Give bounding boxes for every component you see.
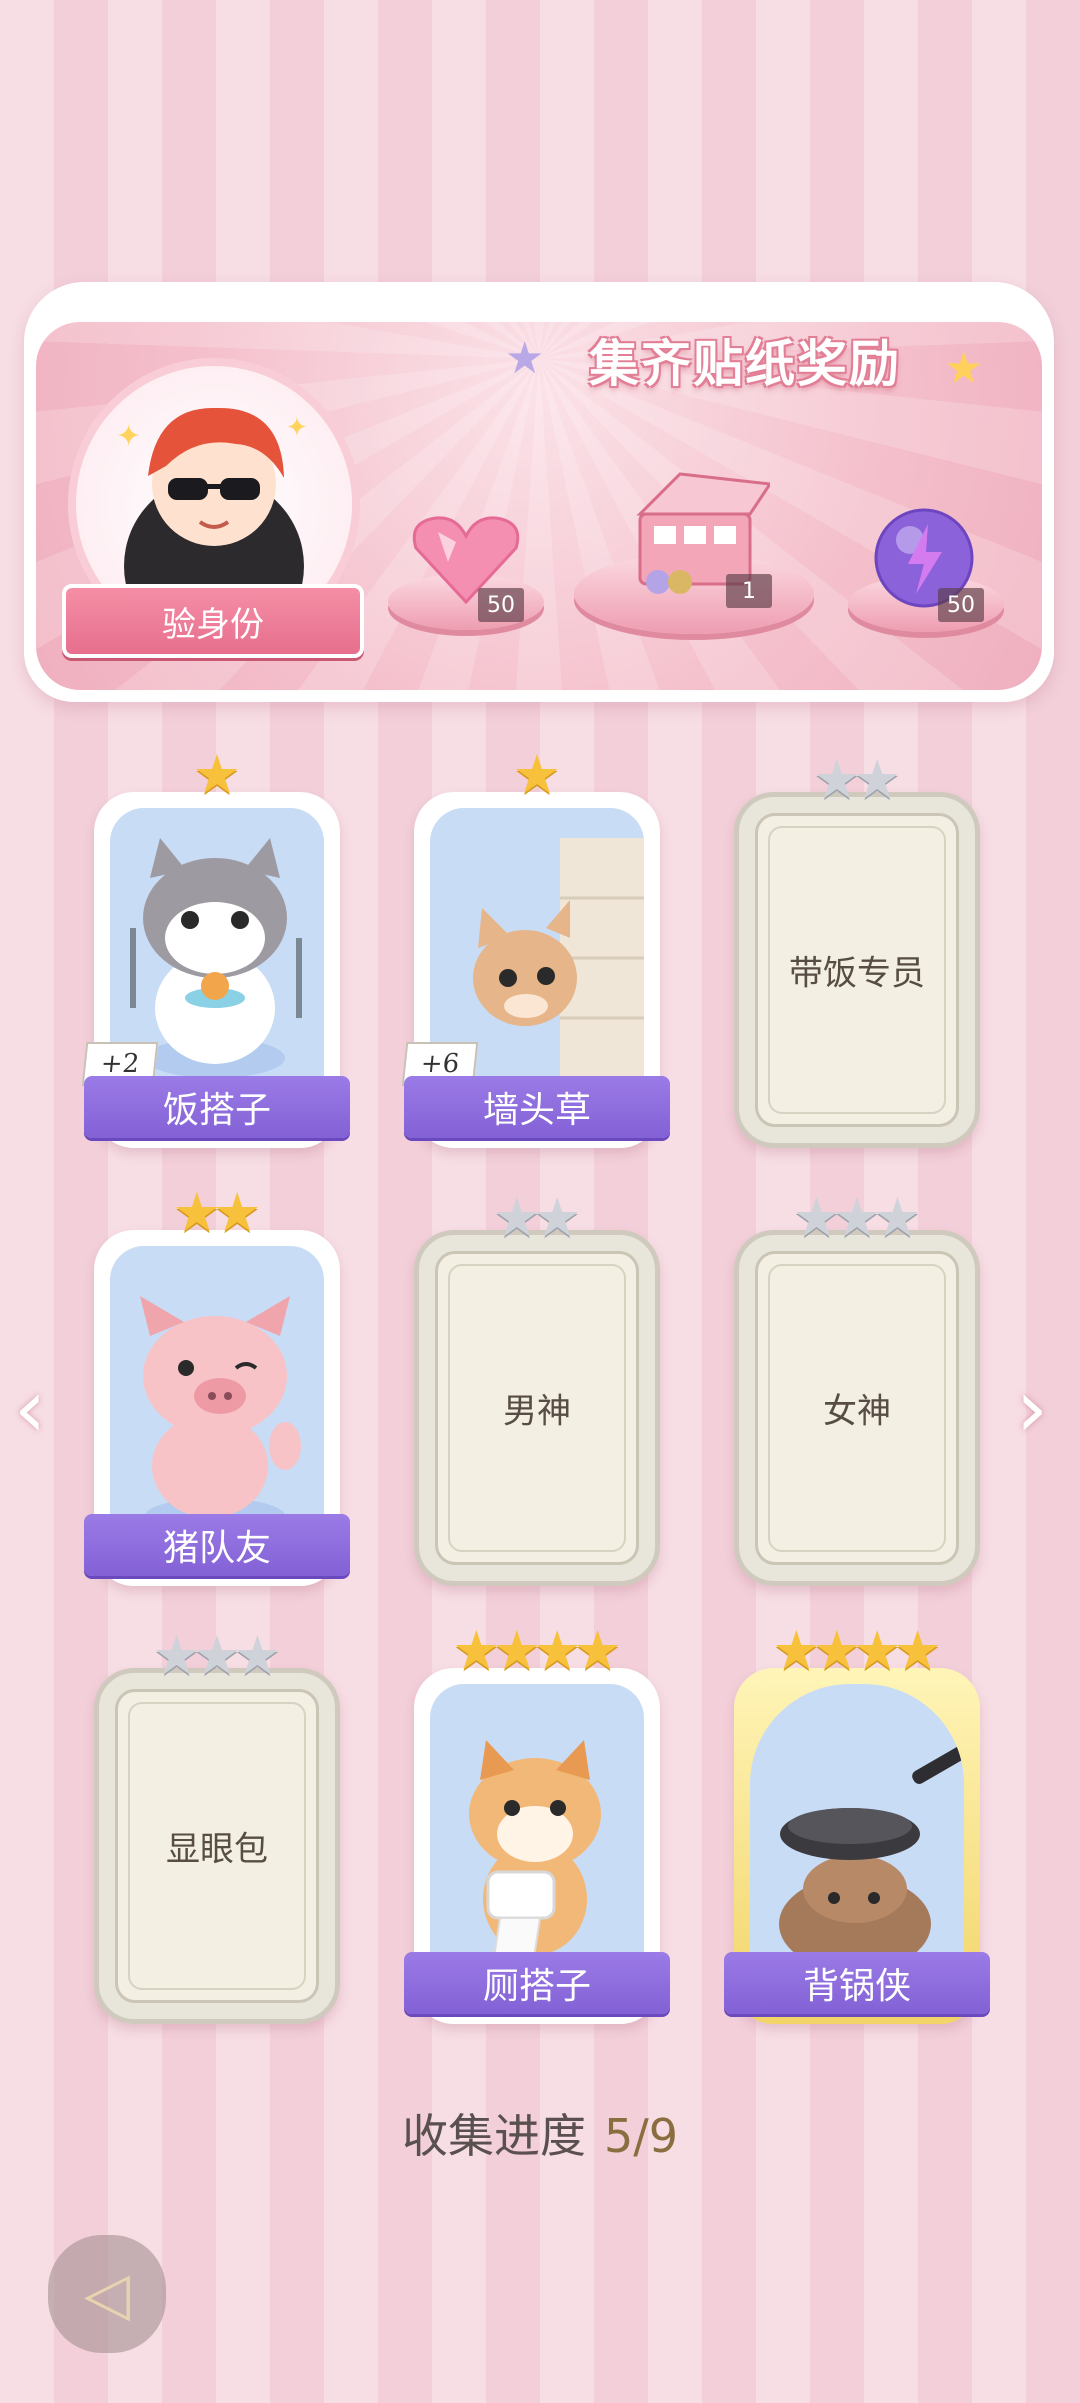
star-rating: ★ ★ [739,753,975,807]
star-icon: ★ [192,743,242,806]
star-decoration-icon: ★ [944,343,984,394]
sticker-name: 女神 [823,1391,891,1432]
star-rating: ★ ★ ★ [99,1629,335,1683]
sticker-name: 墙头草 [404,1076,670,1138]
star-icon: ★ [213,1181,262,1244]
star-rating: ★ ★ [419,1191,655,1245]
sticker-name: 猪队友 [84,1514,350,1576]
sticker-card-xianyanbao[interactable]: ★ ★ ★ 显眼包 [94,1629,340,2024]
svg-text:✦: ✦ [116,419,141,454]
banner-title: 集齐贴纸奖励 [589,335,901,393]
sticker-card-qiangtoucao[interactable]: ★ +6 墙头草 [401,748,670,1148]
star-decoration-icon: ★ [505,333,545,384]
sticker-card-fandazi[interactable]: ★ +2 饭搭子 [81,748,350,1148]
star-rating: ★ ★ [94,1186,340,1240]
star-icon: ★ [233,1624,282,1687]
progress-label: 收集进度 [401,2109,586,2163]
star-icon: ★ [573,1619,622,1682]
sticker-card-nanshen[interactable]: ★ ★ 男神 [414,1191,660,1586]
sticker-name: 饭搭子 [84,1076,350,1138]
sticker-name: 背锅侠 [724,1952,990,2014]
reward-count: 1 [726,574,772,608]
back-arrow-icon: ◁ [83,2259,131,2329]
star-icon: ★ [512,743,562,806]
star-icon: ★ [893,1619,942,1682]
star-icon: ★ [533,1186,582,1249]
reward-count: 50 [478,588,524,622]
star-rating: ★ ★ ★ ★ [414,1624,660,1678]
sticker-card-beiguoxia[interactable]: ★ ★ ★ ★ 背锅侠 [724,1624,990,2024]
collection-progress: 收集进度 5/9 [0,2100,1080,2166]
verify-identity-button[interactable]: 验身份 [62,584,364,658]
star-rating: ★ ★ ★ ★ [734,1624,980,1678]
sticker-card-daifanzhuanyuan[interactable]: ★ ★ 带饭专员 [734,753,980,1148]
sticker-name: 显眼包 [166,1829,268,1870]
progress-value: 5/9 [603,2109,679,2163]
next-page-arrow-icon[interactable]: › [1016,1362,1048,1455]
sticker-name: 带饭专员 [789,953,925,994]
back-button[interactable]: ◁ [48,2235,166,2353]
svg-text:✦: ✦ [286,413,308,443]
sticker-card-nvshen[interactable]: ★ ★ ★ 女神 [734,1191,980,1586]
reward-count: 50 [938,588,984,622]
sticker-card-zhuduiyou[interactable]: ★ ★ 猪队友 [84,1186,350,1586]
star-rating: ★ [94,748,340,802]
star-icon: ★ [873,1186,922,1249]
sticker-name: 男神 [503,1391,571,1432]
sticker-card-cedazi[interactable]: ★ ★ ★ ★ 厕搭子 [404,1624,670,2024]
prev-page-arrow-icon[interactable]: ‹ [14,1362,46,1455]
sticker-name: 厕搭子 [404,1952,670,2014]
star-icon: ★ [853,748,902,811]
star-rating: ★ [414,748,660,802]
star-rating: ★ ★ ★ [739,1191,975,1245]
